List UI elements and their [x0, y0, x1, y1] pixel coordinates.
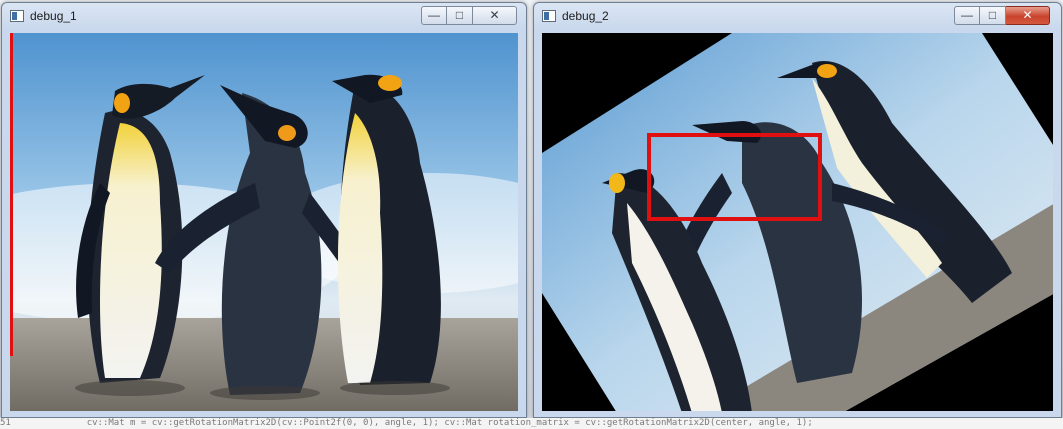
app-window-icon	[542, 10, 556, 22]
maximize-button[interactable]: □	[980, 6, 1006, 25]
window-debug-1[interactable]: debug_1 — □ ✕	[1, 2, 527, 418]
maximize-button[interactable]: □	[447, 6, 473, 25]
minimize-button[interactable]: —	[421, 6, 447, 25]
code-editor-line: 51 cv::Mat m = cv::getRotationMatrix2D(c…	[0, 418, 1063, 429]
titlebar[interactable]: debug_1 — □ ✕	[2, 3, 526, 31]
red-edge-line	[10, 33, 13, 356]
close-button[interactable]: ✕	[1006, 6, 1050, 25]
rotated-penguins-image	[542, 33, 1053, 411]
minimize-button[interactable]: —	[954, 6, 980, 25]
penguins-image	[10, 33, 518, 411]
image-canvas	[542, 33, 1053, 411]
window-title: debug_1	[30, 9, 77, 23]
close-button[interactable]: ✕	[473, 6, 517, 25]
image-canvas	[10, 33, 518, 411]
window-title: debug_2	[562, 9, 609, 23]
app-window-icon	[10, 10, 24, 22]
window-debug-2[interactable]: debug_2 — □ ✕	[533, 2, 1062, 418]
titlebar[interactable]: debug_2 — □ ✕	[534, 3, 1061, 31]
